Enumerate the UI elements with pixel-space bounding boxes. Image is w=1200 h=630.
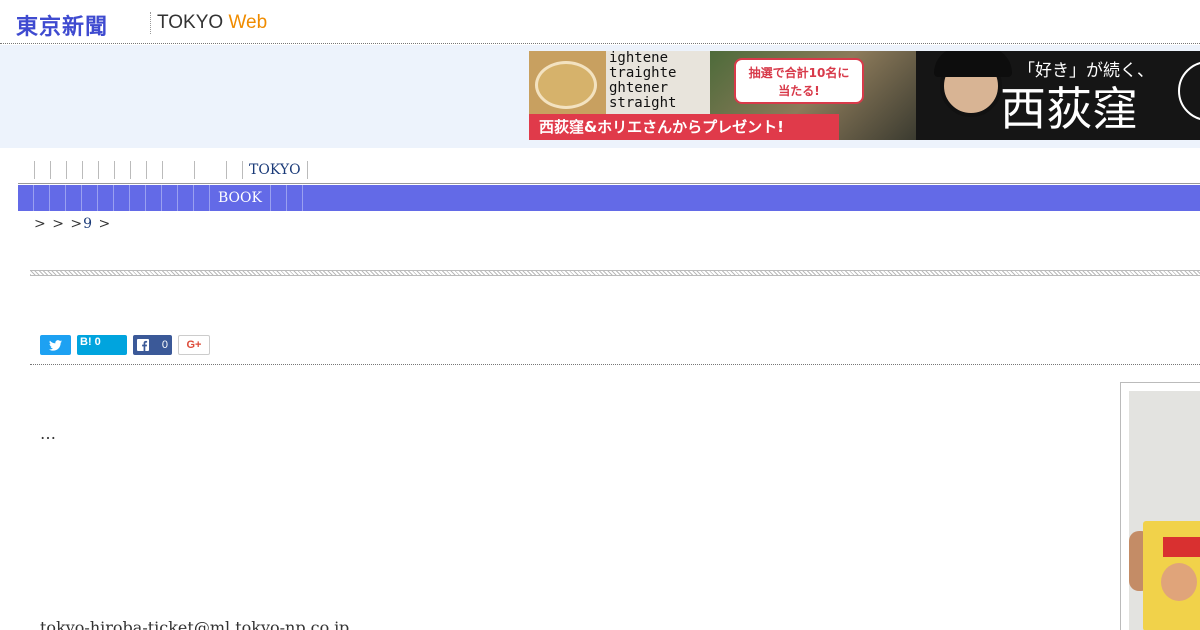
facebook-count: 0 xyxy=(161,339,168,351)
twitter-share-button[interactable] xyxy=(40,335,71,355)
logo-tokyo-shimbun[interactable]: 東京新聞 xyxy=(16,9,108,41)
article-photo[interactable] xyxy=(1129,391,1200,630)
ad-hat-image xyxy=(934,51,1012,77)
share-buttons: B! 0 0 G+ xyxy=(40,335,210,355)
main-nav-item[interactable] xyxy=(146,185,162,211)
share-divider xyxy=(30,364,1200,365)
breadcrumb: > > >9 > xyxy=(34,216,111,232)
top-nav-item-tokyo[interactable]: TOKYO xyxy=(242,161,308,179)
main-nav-item[interactable] xyxy=(98,185,114,211)
main-nav-item[interactable] xyxy=(287,185,303,211)
ad-present-strip: 西荻窪&ホリエさんからプレゼント! xyxy=(529,114,839,140)
top-nav-item[interactable] xyxy=(114,161,130,179)
hatena-icon: B! xyxy=(80,336,92,348)
ad-bowl-image xyxy=(535,61,597,109)
ad-bubble-line1: 抽選で合計10名に xyxy=(748,66,850,80)
main-nav-item[interactable] xyxy=(18,185,34,211)
top-nav-item[interactable] xyxy=(34,161,50,179)
photo-magazine xyxy=(1143,521,1200,630)
ad-type-line: ghtener xyxy=(609,80,669,96)
main-nav-bar: BOOK xyxy=(18,185,1200,211)
main-nav-item[interactable] xyxy=(50,185,66,211)
hatena-count: 0 xyxy=(94,336,101,348)
site-header: 東京新聞 TOKYO Web xyxy=(0,0,1200,44)
twitter-bird-icon xyxy=(49,339,62,351)
google-plus-icon: G+ xyxy=(186,339,202,351)
breadcrumb-separator: > xyxy=(98,216,112,232)
breadcrumb-separator: > xyxy=(52,216,65,232)
main-nav-item[interactable] xyxy=(271,185,287,211)
logo-tokyo-text: TOKYO xyxy=(157,12,224,33)
main-nav-item[interactable] xyxy=(178,185,194,211)
photo-magazine-face xyxy=(1161,563,1197,601)
facebook-share-button[interactable]: 0 xyxy=(133,335,172,355)
banner-area: ightene traighte ghtener straight 抽選で合計1… xyxy=(0,45,1200,148)
main-nav-item[interactable] xyxy=(194,185,210,211)
main-nav-item[interactable] xyxy=(130,185,146,211)
ad-banner[interactable]: ightene traighte ghtener straight 抽選で合計1… xyxy=(529,51,1200,140)
top-nav: TOKYO xyxy=(34,161,308,179)
breadcrumb-separator: > xyxy=(34,216,47,232)
top-nav-item[interactable] xyxy=(50,161,66,179)
main-nav-item[interactable] xyxy=(34,185,50,211)
breadcrumb-separator: > xyxy=(70,216,84,232)
ad-copy-small: 「好き」が続く、 xyxy=(1018,61,1154,81)
top-nav-item[interactable] xyxy=(82,161,98,179)
main-nav-item[interactable] xyxy=(114,185,130,211)
logo-tokyo-web[interactable]: TOKYO Web xyxy=(157,12,267,34)
top-nav-item[interactable] xyxy=(66,161,82,179)
ad-type-line: traighte xyxy=(609,65,677,81)
ad-type-line: straight xyxy=(609,95,677,111)
ad-bubble-line2: 当たる! xyxy=(778,84,820,98)
top-nav-divider xyxy=(18,183,1200,184)
logo-divider xyxy=(150,12,151,34)
contact-email[interactable]: tokyo-hiroba-ticket@ml.tokyo-np.co.jp xyxy=(40,618,349,630)
top-nav-item[interactable] xyxy=(146,161,162,179)
top-nav-item[interactable] xyxy=(162,161,194,179)
title-hatched-divider xyxy=(30,270,1200,276)
ad-type-line: ightene xyxy=(609,51,669,66)
ad-bubble: 抽選で合計10名に 当たる! xyxy=(734,58,864,104)
google-plus-share-button[interactable]: G+ xyxy=(178,335,210,355)
article-photo-frame xyxy=(1120,382,1200,630)
main-nav-item[interactable] xyxy=(66,185,82,211)
photo-magazine-title-block xyxy=(1163,537,1200,557)
top-nav-item[interactable] xyxy=(98,161,114,179)
ad-circle-logo xyxy=(1178,61,1200,121)
top-nav-item[interactable] xyxy=(194,161,226,179)
main-nav-item[interactable] xyxy=(162,185,178,211)
article-text: … xyxy=(40,424,56,443)
main-nav-item[interactable] xyxy=(82,185,98,211)
main-nav-item-book[interactable]: BOOK xyxy=(210,185,271,211)
hatena-bookmark-button[interactable]: B! 0 xyxy=(77,335,127,355)
breadcrumb-link[interactable]: 9 xyxy=(83,216,93,232)
top-nav-item[interactable] xyxy=(130,161,146,179)
ad-portrait-panel: 「好き」が続く、 西荻窪 xyxy=(916,51,1200,140)
top-nav-item[interactable] xyxy=(226,161,242,179)
logo-web-text: Web xyxy=(228,12,268,33)
facebook-icon xyxy=(137,339,149,351)
ad-copy-big: 西荻窪 xyxy=(1000,82,1138,136)
